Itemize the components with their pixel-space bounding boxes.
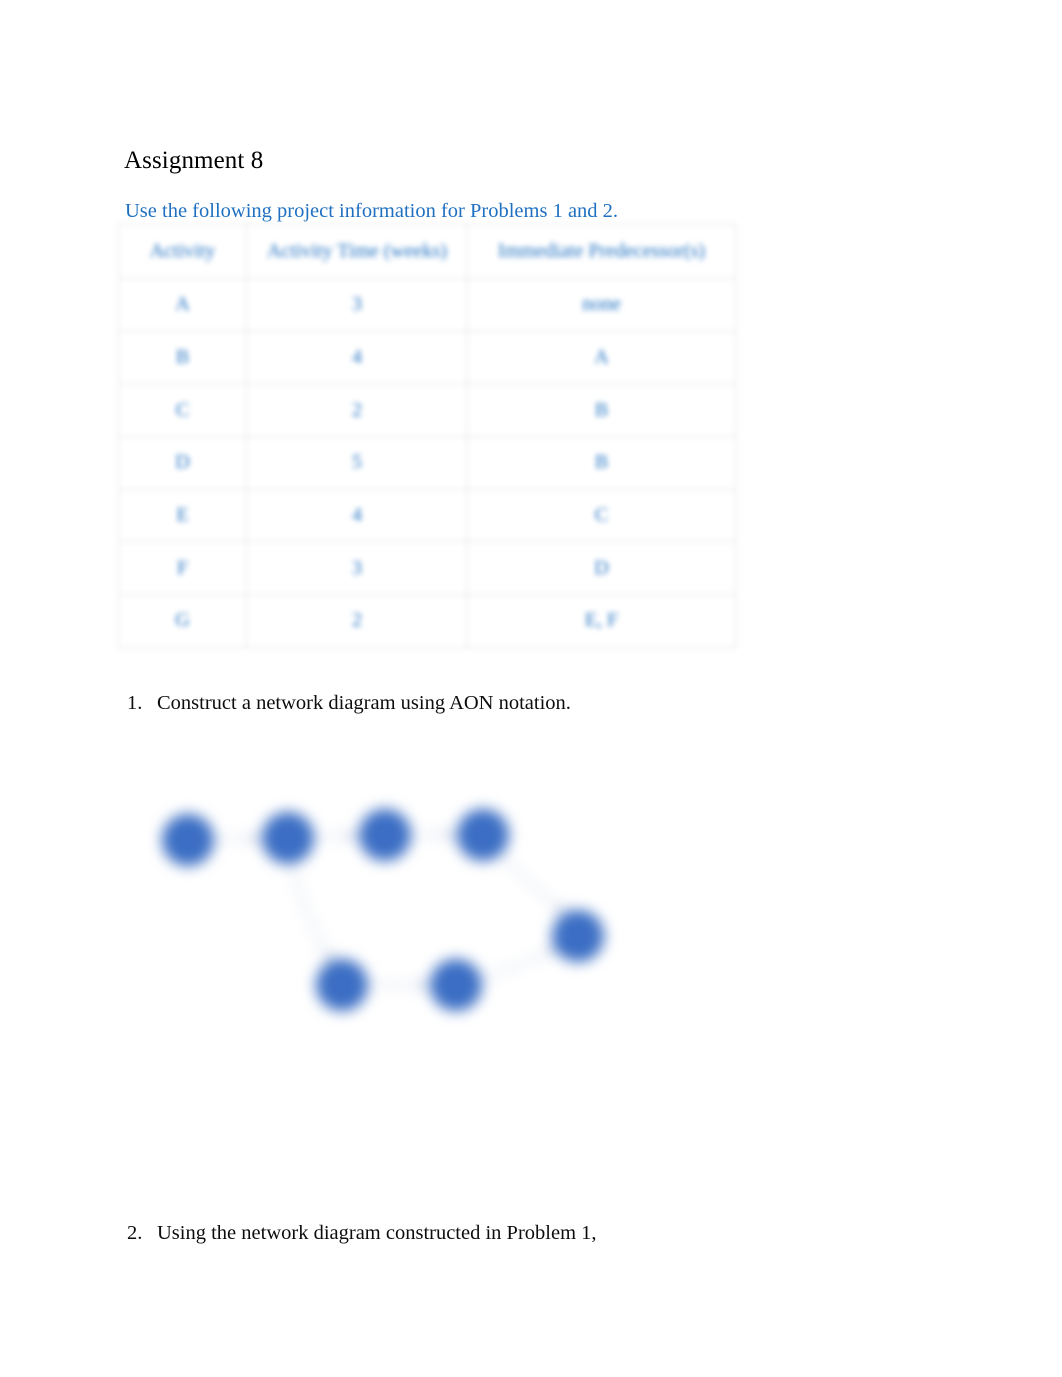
diagram-node	[262, 812, 314, 864]
diagram-node	[552, 910, 604, 962]
cell-activity: G	[118, 594, 247, 648]
cell-time: 4	[246, 488, 468, 543]
document-page: Assignment 8 Use the following project i…	[0, 0, 1062, 1377]
cell-predecessor: B	[467, 383, 736, 438]
cell-time: 3	[246, 541, 468, 596]
problem-1-item: 1. Construct a network diagram using AON …	[127, 690, 571, 716]
aon-network-diagram	[140, 770, 640, 1045]
cell-activity: E	[118, 488, 247, 543]
table-row: F 3 D	[118, 541, 736, 596]
connector-4-5	[502, 857, 567, 915]
connector-7-5	[482, 946, 560, 979]
diagram-node	[430, 959, 482, 1011]
cell-time: 4	[246, 330, 468, 385]
cell-activity: C	[118, 383, 247, 438]
connector-2-6	[291, 864, 334, 964]
table-row: E 4 C	[118, 488, 736, 543]
cell-time: 2	[246, 594, 468, 648]
cell-predecessor: none	[467, 278, 736, 332]
cell-time: 3	[246, 278, 468, 332]
table-row: G 2 E, F	[118, 594, 736, 648]
problem-2-text: Using the network diagram constructed in…	[157, 1222, 597, 1244]
table-blur-layer: Activity Activity Time (weeks) Immediate…	[118, 224, 736, 648]
problem-2-item: 2. Using the network diagram constructed …	[127, 1220, 597, 1246]
table-header-time: Activity Time (weeks)	[246, 224, 468, 279]
diagram-node	[359, 809, 411, 861]
problem-2-number: 2.	[127, 1222, 143, 1244]
connector-1-2	[215, 832, 262, 845]
activity-table: Activity Activity Time (weeks) Immediate…	[118, 224, 736, 648]
cell-activity: F	[118, 541, 247, 596]
table-row: A 3 none	[118, 278, 736, 332]
table-header-activity: Activity	[118, 224, 247, 279]
intro-text: Use the following project information fo…	[125, 200, 619, 222]
cell-predecessor: C	[467, 488, 736, 543]
network-diagram-svg	[162, 809, 604, 1011]
cell-predecessor: B	[467, 436, 736, 490]
table-header-predecessor: Immediate Predecessor(s)	[467, 224, 736, 279]
cell-predecessor: E, F	[467, 594, 736, 648]
diagram-blur-layer	[140, 770, 640, 1045]
table-header-row: Activity Activity Time (weeks) Immediate…	[118, 224, 736, 279]
problem-1-text: Construct a network diagram using AON no…	[157, 692, 571, 714]
connector-2-3	[315, 829, 359, 843]
cell-activity: A	[118, 278, 247, 332]
cell-predecessor: D	[467, 541, 736, 596]
cell-time: 5	[246, 436, 468, 490]
table-row: C 2 B	[118, 383, 736, 438]
table-row: D 5 B	[118, 436, 736, 490]
diagram-node	[316, 959, 368, 1011]
problem-1-number: 1.	[127, 692, 143, 714]
page-title: Assignment 8	[124, 147, 264, 174]
table-row: B 4 A	[118, 330, 736, 385]
cell-predecessor: A	[467, 330, 736, 385]
cell-time: 2	[246, 383, 468, 438]
diagram-node	[162, 814, 214, 866]
diagram-node	[457, 809, 509, 861]
cell-activity: B	[118, 330, 247, 385]
cell-activity: D	[118, 436, 247, 490]
project-information-table: Activity Activity Time (weeks) Immediate…	[118, 224, 736, 648]
